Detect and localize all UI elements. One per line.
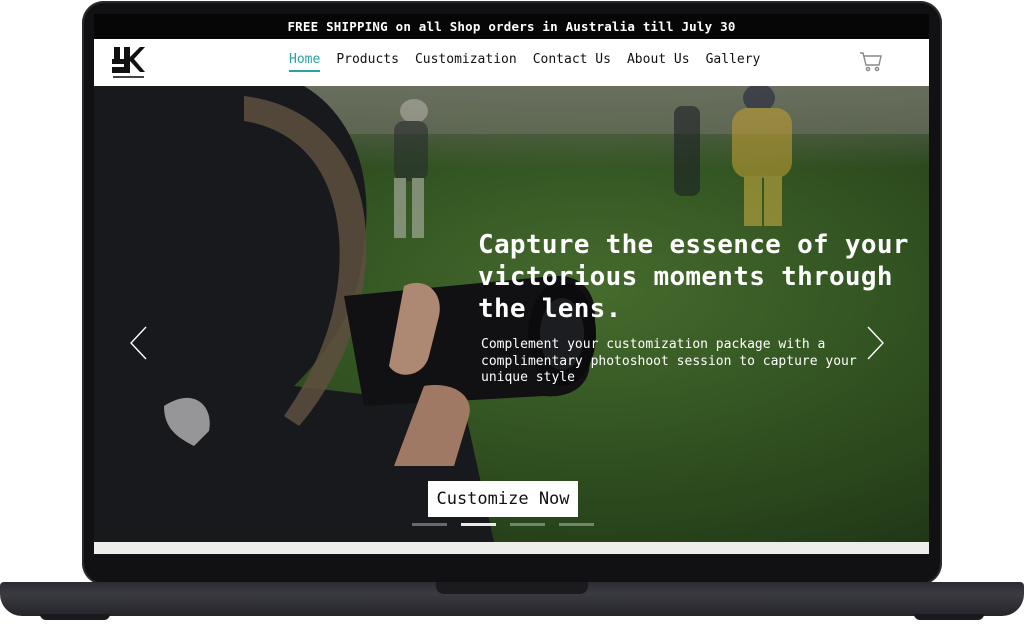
nav-customization[interactable]: Customization — [415, 52, 517, 72]
carousel-indicators — [412, 523, 594, 526]
nav-contact-us[interactable]: Contact Us — [533, 52, 611, 72]
carousel-dot-1[interactable] — [412, 523, 447, 526]
laptop-foot-left — [40, 614, 110, 620]
nav-about-us[interactable]: About Us — [627, 52, 690, 72]
customize-now-button[interactable]: Customize Now — [428, 481, 578, 517]
page-bottom-strip — [94, 542, 929, 554]
announcement-bar: FREE SHIPPING on all Shop orders in Aust… — [94, 14, 929, 39]
chevron-left-icon[interactable] — [128, 326, 150, 360]
laptop-notch — [436, 582, 588, 594]
carousel-dot-3[interactable] — [510, 523, 545, 526]
laptop-foot-right — [914, 614, 984, 620]
chevron-right-icon[interactable] — [864, 326, 886, 360]
hero-subtext: Complement your customization package wi… — [481, 337, 857, 385]
nav-gallery[interactable]: Gallery — [706, 52, 761, 72]
announcement-text: FREE SHIPPING on all Shop orders in Aust… — [287, 19, 736, 34]
site-header: Home Products Customization Contact Us A… — [94, 39, 929, 86]
website-screen: FREE SHIPPING on all Shop orders in Aust… — [94, 14, 929, 554]
carousel-dot-4[interactable] — [559, 523, 594, 526]
jk-monogram-logo[interactable] — [112, 45, 146, 81]
main-nav: Home Products Customization Contact Us A… — [289, 52, 760, 72]
carousel-dot-2[interactable] — [461, 523, 496, 526]
hero-headline: Capture the essence of your victorious m… — [478, 230, 909, 324]
hero-carousel: Capture the essence of your victorious m… — [94, 86, 929, 542]
nav-home[interactable]: Home — [289, 52, 321, 72]
cart-icon[interactable] — [859, 51, 883, 73]
nav-products[interactable]: Products — [336, 52, 399, 72]
